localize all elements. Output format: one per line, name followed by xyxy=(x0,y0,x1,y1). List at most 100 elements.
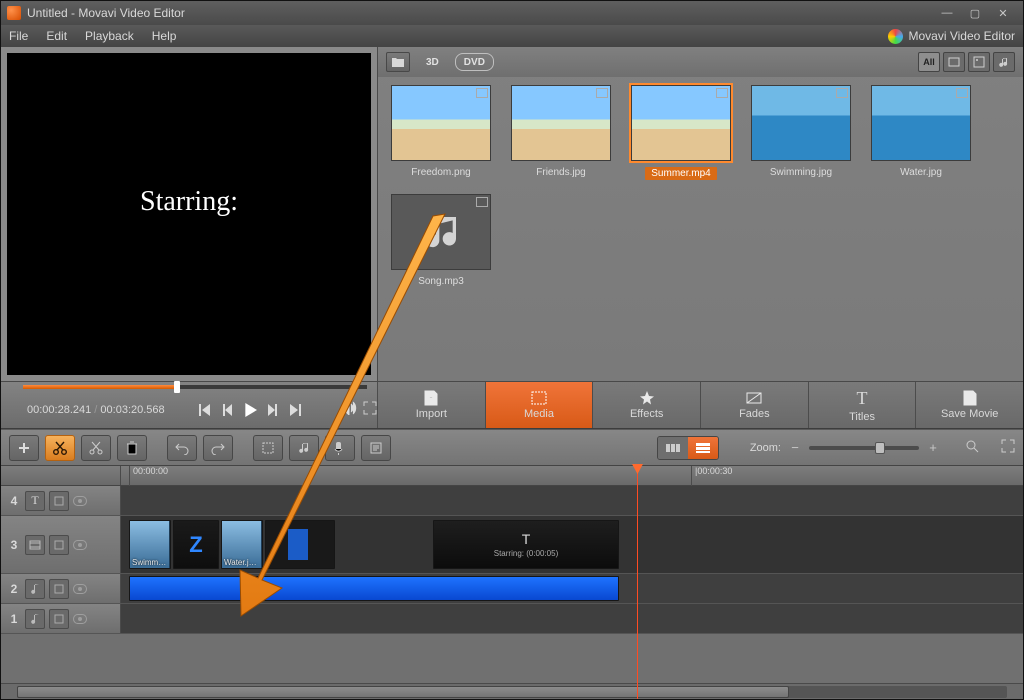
step-back-button[interactable] xyxy=(221,404,233,416)
track-4-body[interactable] xyxy=(121,486,1023,515)
app-icon xyxy=(7,6,21,20)
cut-button[interactable] xyxy=(81,435,111,461)
delete-button[interactable] xyxy=(117,435,147,461)
menu-file[interactable]: File xyxy=(9,29,28,43)
seek-bar[interactable] xyxy=(23,385,367,389)
thumb-friends[interactable]: Friends.jpg xyxy=(508,85,614,180)
track-1-visibility-icon[interactable] xyxy=(73,614,87,624)
zoom-knob[interactable] xyxy=(875,442,885,454)
titlebar[interactable]: Untitled - Movavi Video Editor — ▢ ✕ xyxy=(1,1,1023,25)
menubar: File Edit Playback Help Movavi Video Edi… xyxy=(1,25,1023,47)
volume-icon[interactable] xyxy=(341,401,357,420)
audio-track-icon xyxy=(25,609,45,629)
track-3: 3 Swimm… Z Water.j… xyxy=(1,516,1023,574)
tab-titles[interactable]: T Titles xyxy=(808,382,916,428)
tab-media[interactable]: Media xyxy=(485,382,593,428)
seek-knob[interactable] xyxy=(174,381,180,393)
tab-import[interactable]: Import xyxy=(377,382,485,428)
zoom-slider[interactable] xyxy=(809,446,919,450)
timeline: 00:00:00 |00:00:30 4 T 3 xyxy=(1,465,1023,699)
view-image-icon[interactable] xyxy=(968,52,990,72)
track-3-body[interactable]: Swimm… Z Water.j… T Starring: (0:00:05) xyxy=(121,516,1023,573)
track-4-visibility-icon[interactable] xyxy=(73,496,87,506)
zoom-out-button[interactable]: − xyxy=(789,442,801,454)
open-folder-button[interactable] xyxy=(386,52,410,72)
go-start-button[interactable] xyxy=(197,404,211,416)
track-1-lock-icon[interactable] xyxy=(49,609,69,629)
view-video-icon[interactable] xyxy=(943,52,965,72)
tab-save-movie[interactable]: Save Movie xyxy=(915,382,1023,428)
thumb-swimming[interactable]: Swimming.jpg xyxy=(748,85,854,180)
close-button[interactable]: ✕ xyxy=(989,4,1017,22)
clip-swimming[interactable]: Swimm… xyxy=(129,520,171,569)
thumb-song[interactable]: Song.mp3 xyxy=(388,194,494,287)
step-fwd-button[interactable] xyxy=(267,404,279,416)
track-3-head[interactable]: 3 xyxy=(1,516,121,573)
add-track-button[interactable] xyxy=(9,435,39,461)
zoom-in-button[interactable]: + xyxy=(927,442,939,454)
media-panel: 3D DVD All Freedom.png Friends.jpg Summe… xyxy=(377,47,1023,381)
split-button[interactable] xyxy=(45,435,75,461)
tab-strip: 00:00:28.241 / 00:03:20.568 xyxy=(1,381,1023,429)
track-2-visibility-icon[interactable] xyxy=(73,584,87,594)
scrollbar-handle[interactable] xyxy=(17,686,789,698)
media-toolbar: 3D DVD All xyxy=(378,47,1023,77)
view-audio-icon[interactable] xyxy=(993,52,1015,72)
title-track-icon: T xyxy=(25,491,45,511)
clip-black[interactable] xyxy=(265,520,335,569)
redo-button[interactable] xyxy=(203,435,233,461)
time-display: 00:00:28.241 / 00:03:20.568 xyxy=(27,404,165,416)
menu-edit[interactable]: Edit xyxy=(46,29,67,43)
video-track-icon xyxy=(25,535,45,555)
clip-transition[interactable]: Z xyxy=(173,520,219,569)
track-2-body[interactable] xyxy=(121,574,1023,603)
btn-3d[interactable]: 3D xyxy=(418,53,447,71)
track-2-head[interactable]: 2 xyxy=(1,574,121,603)
music-note-icon xyxy=(421,212,461,252)
minimize-button[interactable]: — xyxy=(933,4,961,22)
go-end-button[interactable] xyxy=(289,404,303,416)
thumb-summer[interactable]: Summer.mp4 xyxy=(628,85,734,180)
mode-storyboard[interactable] xyxy=(658,437,688,459)
view-all[interactable]: All xyxy=(918,52,940,72)
main-row: Starring: 3D DVD All Freedom.png F xyxy=(1,47,1023,381)
tab-effects[interactable]: Effects xyxy=(592,382,700,428)
timeline-mode-switch[interactable] xyxy=(657,436,719,460)
clip-water[interactable]: Water.j… xyxy=(221,520,263,569)
track-1-head[interactable]: 1 xyxy=(1,604,121,633)
timeline-ruler[interactable]: 00:00:00 |00:00:30 xyxy=(1,466,1023,486)
btn-dvd[interactable]: DVD xyxy=(455,53,494,71)
zoom-fit-icon[interactable] xyxy=(965,439,979,456)
clip-song[interactable] xyxy=(129,576,619,601)
expand-icon[interactable] xyxy=(1001,439,1015,456)
import-icon xyxy=(422,390,440,406)
track-2-lock-icon[interactable] xyxy=(49,579,69,599)
track-1-body[interactable] xyxy=(121,604,1023,633)
track-2: 2 xyxy=(1,574,1023,604)
menu-help[interactable]: Help xyxy=(152,29,177,43)
tracks: 4 T 3 Swimm… xyxy=(1,486,1023,683)
menu-playback[interactable]: Playback xyxy=(85,29,134,43)
play-button[interactable] xyxy=(243,403,257,417)
crop-button[interactable] xyxy=(253,435,283,461)
record-button[interactable] xyxy=(325,435,355,461)
mode-timeline[interactable] xyxy=(688,437,718,459)
track-3-lock-icon[interactable] xyxy=(49,535,69,555)
fullscreen-icon[interactable] xyxy=(363,401,377,420)
tab-fades[interactable]: Fades xyxy=(700,382,808,428)
preview-viewport[interactable]: Starring: xyxy=(7,53,371,375)
thumb-freedom[interactable]: Freedom.png xyxy=(388,85,494,180)
timeline-scrollbar[interactable] xyxy=(1,683,1023,699)
properties-button[interactable] xyxy=(361,435,391,461)
playhead[interactable] xyxy=(637,466,638,699)
fades-icon xyxy=(745,390,763,406)
track-3-visibility-icon[interactable] xyxy=(73,540,87,550)
window-title: Untitled - Movavi Video Editor xyxy=(27,6,185,20)
thumb-water[interactable]: Water.jpg xyxy=(868,85,974,180)
maximize-button[interactable]: ▢ xyxy=(961,4,989,22)
audio-edit-button[interactable] xyxy=(289,435,319,461)
track-4-lock-icon[interactable] xyxy=(49,491,69,511)
clip-title-starring[interactable]: T Starring: (0:00:05) xyxy=(433,520,619,569)
undo-button[interactable] xyxy=(167,435,197,461)
track-4-head[interactable]: 4 T xyxy=(1,486,121,515)
